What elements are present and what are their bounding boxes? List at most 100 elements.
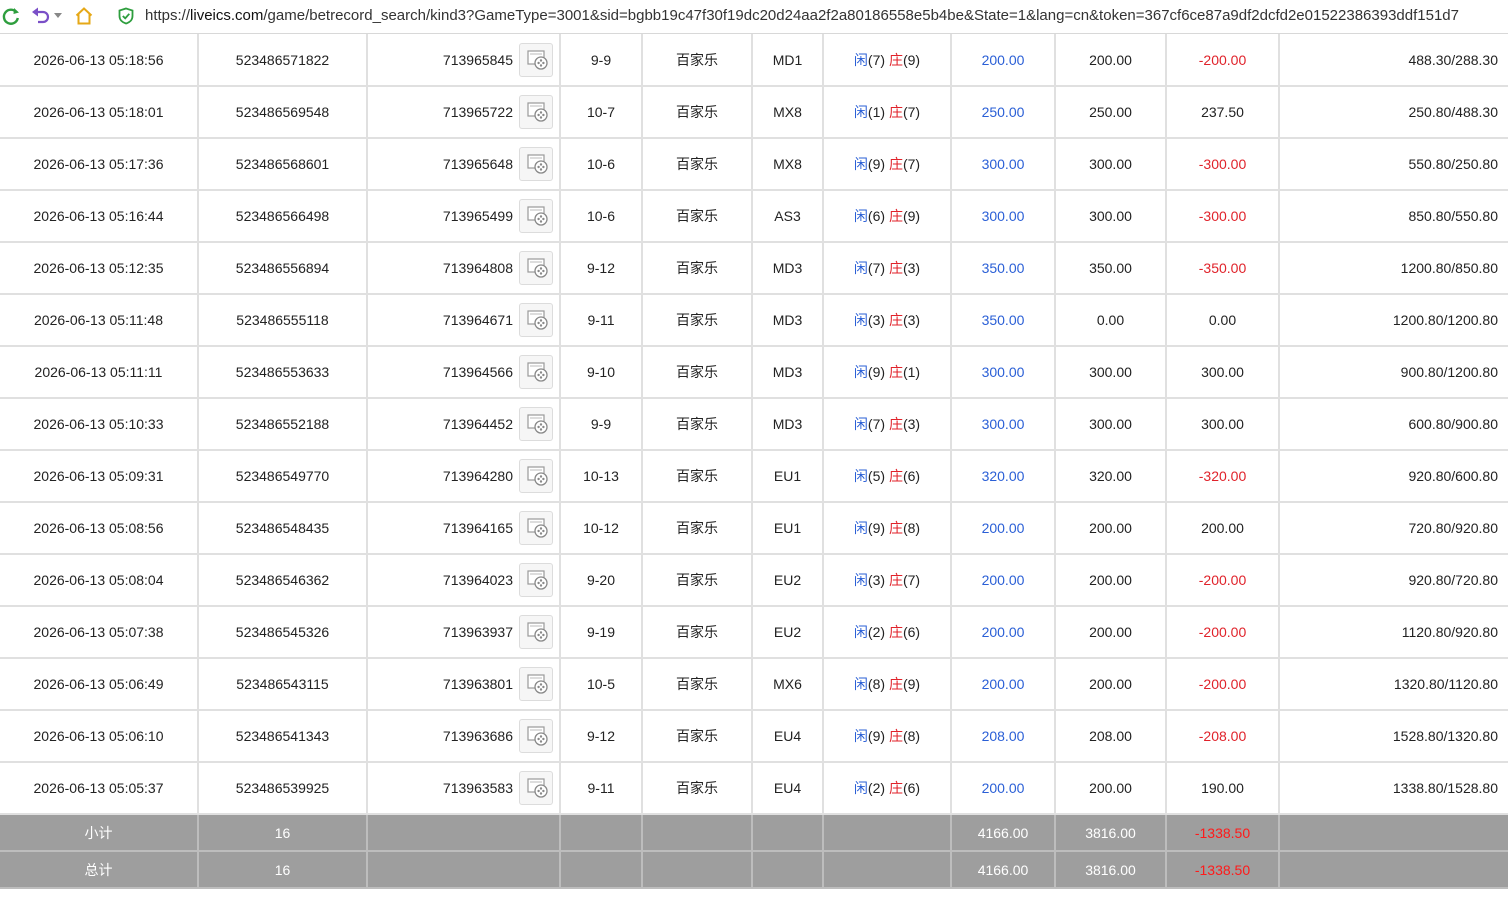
bet-time: 2026-06-13 05:06:10 [0,710,199,763]
round-cell: 713965499 [367,190,561,243]
banker-label: 庄 [888,572,903,588]
video-replay-icon[interactable] [519,407,553,441]
video-replay-icon[interactable] [519,42,553,77]
undo-icon[interactable] [30,5,52,27]
video-replay-icon[interactable] [519,563,553,597]
video-replay-icon[interactable] [519,199,553,233]
shoe-number: 10-6 [560,138,643,191]
round-cell: 713964023 [367,554,561,607]
table-row: 2026-06-13 05:11:48 523486555118 713964671… [0,294,1508,347]
round-cell: 713965648 [367,138,561,191]
player-label: 闲 [853,51,868,68]
total-bet: 4166.00 [951,851,1056,889]
result-cell: 闲(3) 庄(3) [823,294,952,347]
table-id: AS3 [752,190,824,243]
round-number: 713964280 [442,468,513,484]
balance-change: 600.80/900.80 [1279,398,1508,451]
banker-label: 庄 [888,728,903,744]
result-cell: 闲(5) 庄(6) [823,450,952,503]
video-replay-icon[interactable] [519,667,553,701]
result-cell: 闲(2) 庄(6) [823,606,952,659]
shoe-number: 10-13 [560,450,643,503]
video-replay-icon[interactable] [519,615,553,649]
win-loss: 300.00 [1166,346,1280,399]
result-cell: 闲(1) 庄(7) [823,86,952,139]
bet-number: 523486546362 [198,554,368,607]
player-label: 闲 [853,520,868,536]
bet-amount: 200.00 [951,658,1056,711]
win-loss: 0.00 [1166,294,1280,347]
balance-change: 920.80/600.80 [1279,450,1508,503]
result-cell: 闲(9) 庄(7) [823,138,952,191]
shoe-number: 9-10 [560,346,643,399]
banker-points: (9) [902,208,921,224]
win-loss: -200.00 [1166,658,1280,711]
valid-amount: 200.00 [1055,606,1167,659]
bet-amount: 300.00 [951,138,1056,191]
round-number: 713965499 [442,208,513,224]
banker-points: (7) [902,104,921,120]
shoe-number: 9-20 [560,554,643,607]
bet-amount: 350.00 [951,294,1056,347]
table-id: MD3 [752,398,824,451]
banker-points: (6) [902,468,921,484]
bet-number: 523486545326 [198,606,368,659]
video-replay-icon[interactable] [519,459,553,493]
table-id: EU2 [752,554,824,607]
refresh-icon[interactable] [0,5,22,27]
balance-change: 250.80/488.30 [1279,86,1508,139]
round-number: 713963583 [442,780,513,796]
balance-change: 920.80/720.80 [1279,554,1508,607]
bet-amount: 320.00 [951,450,1056,503]
player-points: (5) [867,468,886,484]
round-number: 713964671 [442,312,513,328]
video-replay-icon[interactable] [519,355,553,389]
address-bar[interactable]: https://liveics.com/game/betrecord_searc… [145,7,1500,24]
banker-label: 庄 [888,416,903,432]
table-id: MX8 [752,138,824,191]
video-replay-icon[interactable] [519,251,553,285]
video-replay-icon[interactable] [519,771,553,805]
player-label: 闲 [853,572,868,588]
valid-amount: 300.00 [1055,190,1167,243]
bet-number: 523486541343 [198,710,368,763]
chevron-down-icon[interactable] [53,5,63,27]
round-number: 713965722 [442,104,513,120]
win-loss: -200.00 [1166,554,1280,607]
player-points: (2) [867,624,886,640]
video-replay-icon[interactable] [519,511,553,545]
home-icon[interactable] [73,5,95,27]
banker-points: (7) [902,572,921,588]
banker-points: (9) [902,51,921,68]
round-cell: 713963801 [367,658,561,711]
result-cell: 闲(8) 庄(9) [823,658,952,711]
video-replay-icon[interactable] [519,303,553,337]
game-type: 百家乐 [642,294,753,347]
video-replay-icon[interactable] [519,95,553,129]
win-loss: -208.00 [1166,710,1280,763]
video-replay-icon[interactable] [519,719,553,753]
player-points: (9) [867,520,886,536]
video-replay-icon[interactable] [519,147,553,181]
banker-points: (9) [902,676,921,692]
player-points: (9) [867,364,886,380]
balance-change: 488.30/288.30 [1279,34,1508,87]
result-cell: 闲(9) 庄(8) [823,710,952,763]
banker-label: 庄 [888,468,903,484]
round-number: 713964566 [442,364,513,380]
bet-time: 2026-06-13 05:16:44 [0,190,199,243]
table-row: 2026-06-13 05:05:37 523486539925 713963583… [0,762,1508,815]
table-row: 2026-06-13 05:16:44 523486566498 713965499… [0,190,1508,243]
bet-number: 523486539925 [198,762,368,815]
player-label: 闲 [853,624,868,640]
round-cell: 713964671 [367,294,561,347]
bet-amount: 200.00 [951,554,1056,607]
game-type: 百家乐 [642,138,753,191]
total-label: 总计 [0,851,199,889]
round-cell: 713964808 [367,242,561,295]
table-row: 2026-06-13 05:06:10 523486541343 713963686… [0,710,1508,763]
table-row: 2026-06-13 05:12:35 523486556894 713964808… [0,242,1508,295]
bet-record-table: 2026-06-13 05:18:56 523486571822 713965845… [0,34,1508,889]
result-cell: 闲(6) 庄(9) [823,190,952,243]
table-row: 2026-06-13 05:08:04 523486546362 713964023… [0,554,1508,607]
